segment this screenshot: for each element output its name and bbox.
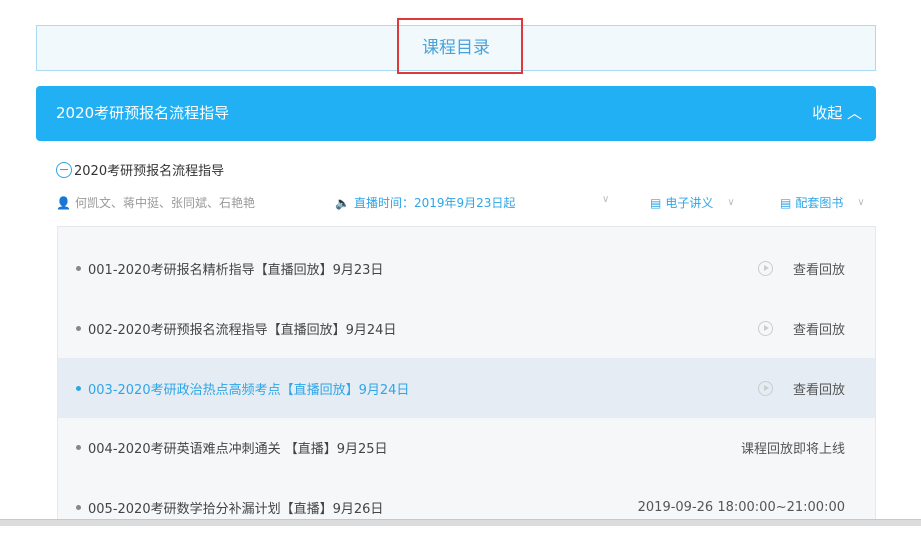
- bullet: [76, 385, 81, 391]
- books-dropdown[interactable]: ▤ 配套图书 ∨: [780, 194, 865, 211]
- lesson-status: 课程回放即将上线: [740, 441, 845, 457]
- handout-label: 电子讲义: [665, 196, 714, 210]
- chevron-down-icon[interactable]: ∨: [602, 194, 609, 205]
- lesson-title[interactable]: 001-2020考研报名精析指导【直播回放】9月23日: [88, 259, 383, 278]
- live-time: 🔈 直播时间：2019年9月23日起: [335, 194, 515, 211]
- chevron-up-icon: ︿: [846, 104, 862, 122]
- collapse-button[interactable]: 收起 ︿: [812, 86, 862, 141]
- speaker-icon: 🔈: [335, 195, 350, 210]
- replay-icon[interactable]: [757, 380, 773, 396]
- user-icon: 👤: [56, 195, 71, 210]
- highlight-box: [397, 18, 523, 74]
- bullet: [76, 504, 81, 510]
- lesson-schedule: 2019-09-26 18:00:00~21:00:00: [637, 499, 845, 515]
- lesson-row[interactable]: 003-2020考研政治热点高频考点【直播回放】9月24日 查看回放: [58, 358, 875, 418]
- handout-dropdown[interactable]: ▤ 电子讲义 ∨: [650, 194, 735, 211]
- course-title: 2020考研预报名流程指导: [56, 104, 230, 122]
- chevron-down-icon: ∨: [727, 197, 735, 208]
- collapse-label: 收起: [812, 104, 843, 122]
- lesson-row[interactable]: 001-2020考研报名精析指导【直播回放】9月23日 查看回放: [58, 238, 875, 298]
- live-time-dropdown[interactable]: ∨: [602, 194, 609, 205]
- replay-icon[interactable]: [757, 320, 773, 336]
- replay-icon[interactable]: [757, 260, 773, 276]
- book-icon: ▤: [780, 195, 792, 210]
- bullet: [76, 265, 81, 271]
- lesson-row[interactable]: 002-2020考研预报名流程指导【直播回放】9月24日 查看回放: [58, 298, 875, 358]
- view-replay-button[interactable]: 查看回放: [793, 259, 845, 278]
- bullet: [76, 325, 81, 331]
- view-replay-button[interactable]: 查看回放: [793, 319, 845, 338]
- section-toggle[interactable]: 2020考研预报名流程指导: [56, 160, 224, 179]
- lesson-title[interactable]: 005-2020考研数学拾分补漏计划【直播】9月26日: [88, 498, 383, 517]
- view-replay-button[interactable]: 查看回放: [793, 379, 845, 398]
- books-label: 配套图书: [795, 196, 844, 210]
- lesson-list: 001-2020考研报名精析指导【直播回放】9月23日 查看回放 002-2020…: [57, 226, 876, 526]
- teachers: 👤 何凯文、蒋中挺、张同斌、石艳艳: [56, 194, 255, 211]
- section-title: 2020考研预报名流程指导: [74, 164, 225, 179]
- lesson-row[interactable]: 005-2020考研数学拾分补漏计划【直播】9月26日 2019-09-26 18…: [58, 477, 875, 537]
- lesson-title[interactable]: 003-2020考研政治热点高频考点【直播回放】9月24日: [88, 379, 409, 398]
- document-icon: ▤: [650, 195, 662, 210]
- bullet: [76, 444, 81, 450]
- course-header[interactable]: 2020考研预报名流程指导 收起 ︿: [36, 86, 876, 141]
- lesson-title[interactable]: 002-2020考研预报名流程指导【直播回放】9月24日: [88, 319, 396, 338]
- horizontal-scrollbar[interactable]: [0, 519, 921, 526]
- lesson-title[interactable]: 004-2020考研英语难点冲刺通关 【直播】9月25日: [88, 438, 388, 457]
- teachers-text: 何凯文、蒋中挺、张同斌、石艳艳: [74, 196, 255, 210]
- lesson-row[interactable]: 004-2020考研英语难点冲刺通关 【直播】9月25日 课程回放即将上线: [58, 417, 875, 477]
- chevron-down-icon: ∨: [857, 197, 865, 208]
- live-time-text: 直播时间：2019年9月23日起: [353, 196, 516, 210]
- minus-circle-icon[interactable]: [56, 161, 72, 178]
